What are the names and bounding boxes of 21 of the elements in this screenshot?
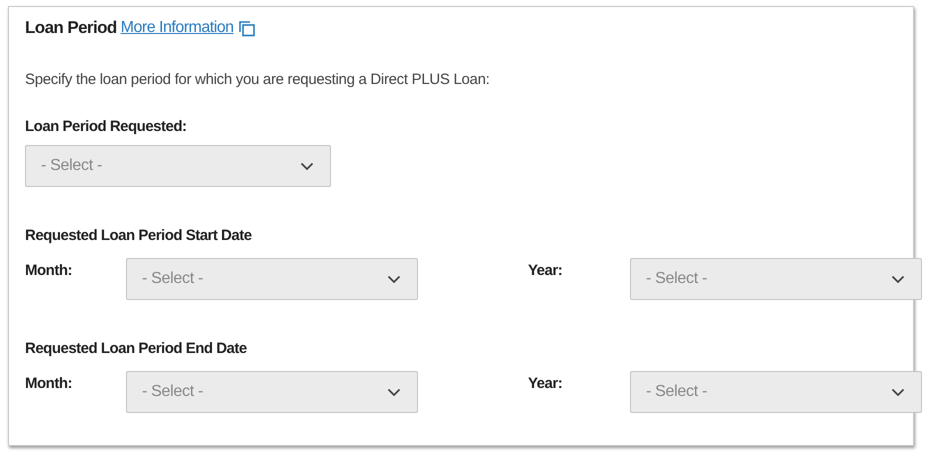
section-heading: Requested Loan Period End Date	[25, 340, 247, 357]
copy-icon	[238, 20, 256, 36]
field-label: Loan Period Requested:	[25, 118, 187, 135]
section-title: Loan Period	[25, 18, 117, 38]
section-heading: Requested Loan Period Start Date	[25, 227, 252, 244]
chevron-down-icon	[891, 274, 905, 284]
field-label: Month:	[25, 262, 73, 279]
more-information-link[interactable]: More Information	[120, 19, 234, 37]
field-label: Month:	[25, 375, 73, 392]
instruction-text: Specify the loan period for which you are requesting a Direct PLUS Loan:	[25, 71, 490, 88]
chevron-down-icon	[891, 388, 905, 396]
chevron-down-icon	[300, 162, 314, 170]
chevron-down-icon	[387, 274, 401, 284]
chevron-down-icon	[387, 388, 401, 396]
select-dropdown[interactable]: - Select -	[630, 258, 922, 300]
select-dropdown[interactable]: - Select -	[25, 145, 331, 187]
select-dropdown[interactable]: - Select -	[126, 371, 418, 413]
field-label: Year:	[528, 375, 564, 392]
select-dropdown[interactable]: - Select -	[630, 371, 922, 413]
field-label: Year:	[528, 262, 564, 279]
select-dropdown[interactable]: - Select -	[126, 258, 418, 300]
